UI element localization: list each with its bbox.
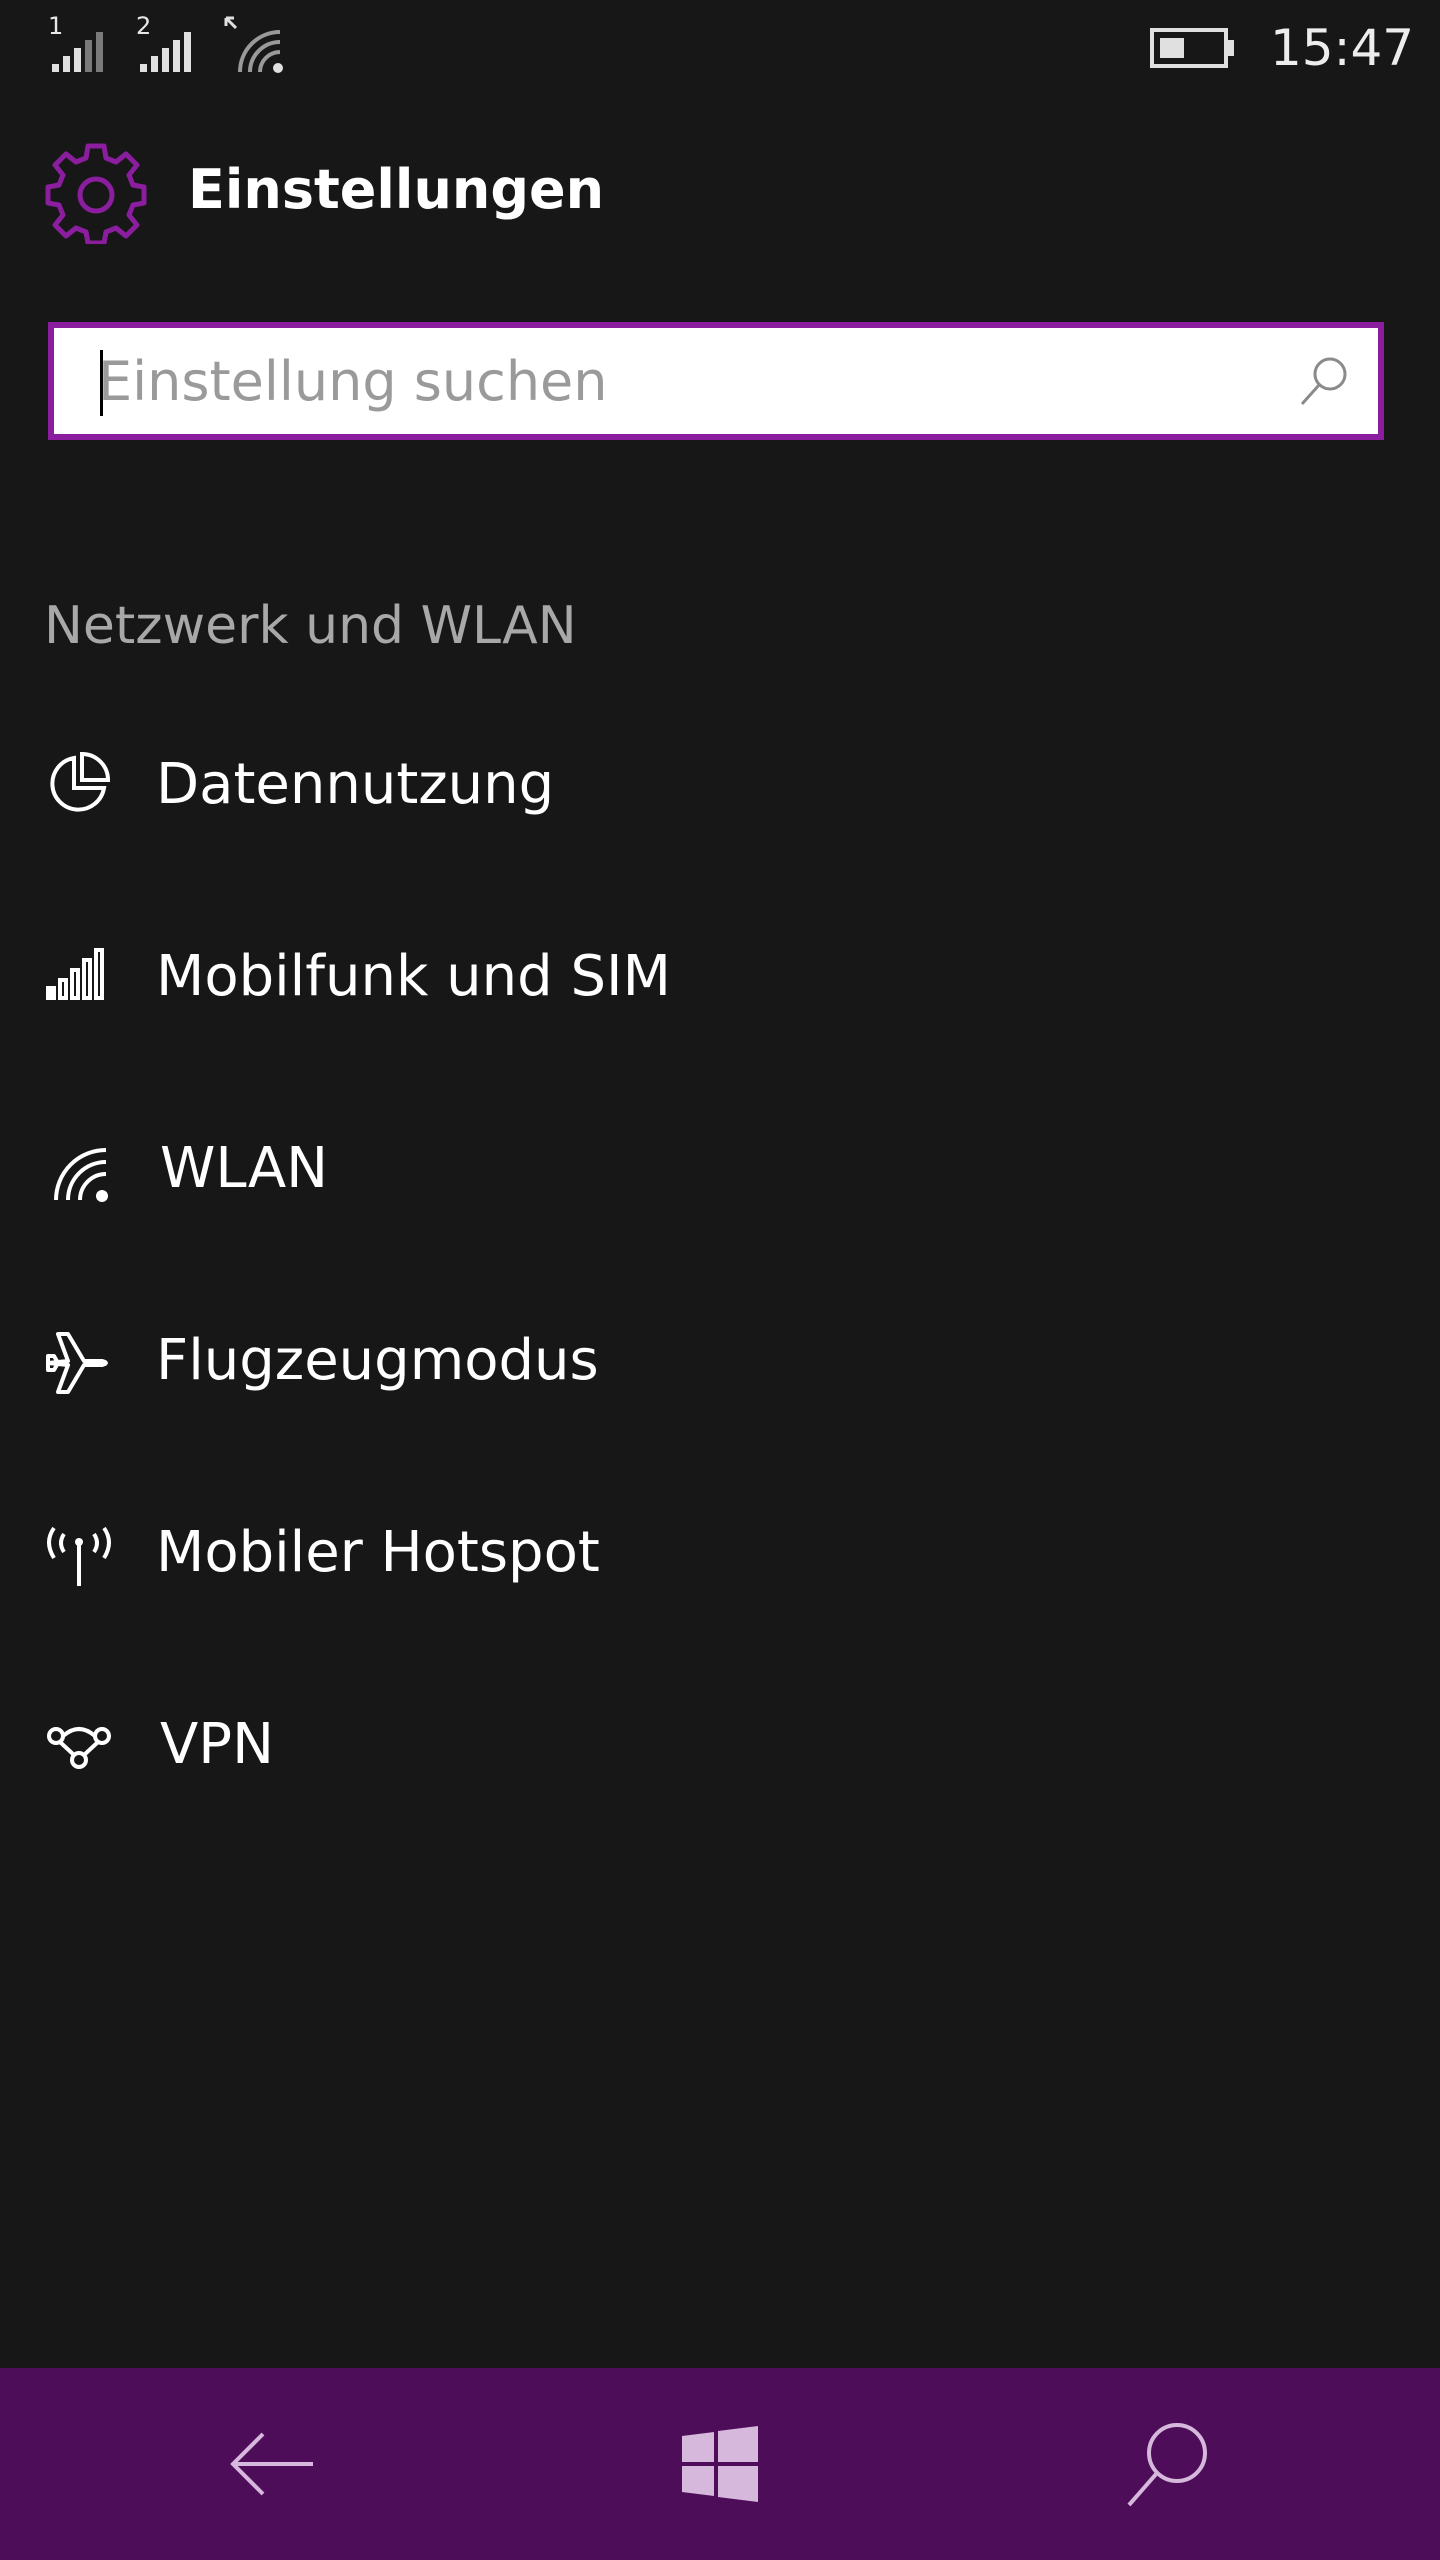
hotspot-icon bbox=[44, 1520, 114, 1594]
cellular-signal-icon bbox=[44, 944, 112, 1008]
status-bar: 1 2 15:47 bbox=[0, 0, 1440, 100]
list-item-label: Datennutzung bbox=[156, 752, 555, 817]
airplane-icon bbox=[44, 1328, 114, 1402]
list-item-label: VPN bbox=[160, 1712, 274, 1777]
search-icon[interactable] bbox=[1296, 354, 1352, 414]
navigation-bar bbox=[0, 2368, 1440, 2560]
pie-chart-icon bbox=[44, 750, 112, 822]
wifi-icon bbox=[50, 1140, 114, 1208]
text-caret bbox=[100, 350, 103, 416]
search-box[interactable] bbox=[48, 322, 1384, 440]
list-item-label: Mobilfunk und SIM bbox=[156, 944, 671, 1009]
signal-sim1-icon: 1 bbox=[48, 14, 118, 74]
back-arrow-icon bbox=[230, 2432, 313, 2496]
battery-icon bbox=[1150, 26, 1236, 74]
search-nav-button[interactable] bbox=[1068, 2368, 1268, 2560]
list-item-hotspot[interactable]: Mobiler Hotspot bbox=[0, 1490, 1440, 1620]
list-item-label: WLAN bbox=[160, 1136, 329, 1201]
wifi-status-icon bbox=[222, 14, 292, 74]
list-item-vpn[interactable]: VPN bbox=[0, 1682, 1440, 1812]
signal-sim2-icon: 2 bbox=[136, 14, 206, 74]
search-icon bbox=[1127, 2423, 1207, 2507]
vpn-icon bbox=[44, 1718, 114, 1778]
list-item-label: Flugzeugmodus bbox=[156, 1328, 599, 1393]
start-button[interactable] bbox=[620, 2368, 820, 2560]
section-title: Netzwerk und WLAN bbox=[44, 596, 577, 656]
back-button[interactable] bbox=[172, 2368, 372, 2560]
page-title: Einstellungen bbox=[188, 158, 605, 221]
settings-screen: 1 2 15:47 Einstellungen Einstellung such… bbox=[0, 0, 1440, 2560]
gear-icon bbox=[44, 140, 148, 248]
list-item-mobilfunk[interactable]: Mobilfunk und SIM bbox=[0, 914, 1440, 1044]
search-input[interactable] bbox=[98, 348, 1258, 414]
clock: 15:47 bbox=[1270, 19, 1415, 77]
list-item-datennutzung[interactable]: Datennutzung bbox=[0, 722, 1440, 852]
list-item-flugzeugmodus[interactable]: Flugzeugmodus bbox=[0, 1298, 1440, 1428]
windows-logo-icon bbox=[682, 2426, 758, 2502]
list-item-label: Mobiler Hotspot bbox=[156, 1520, 600, 1585]
page-header: Einstellungen bbox=[44, 140, 1344, 246]
list-item-wlan[interactable]: WLAN bbox=[0, 1106, 1440, 1236]
